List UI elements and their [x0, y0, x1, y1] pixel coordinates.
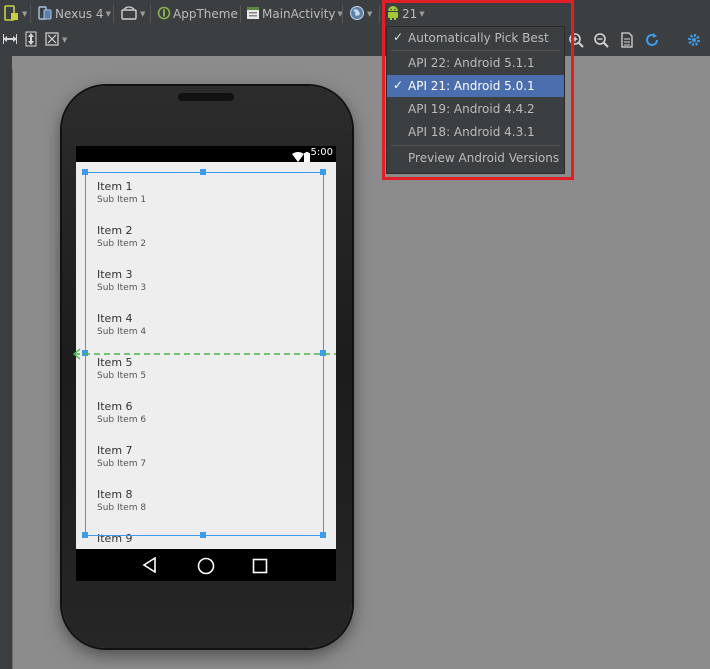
device-icon [37, 5, 53, 24]
list-item-title: Item 9 [97, 532, 133, 545]
list-item-title: Item 4 [97, 312, 133, 325]
resize-handle-top[interactable] [200, 169, 206, 175]
list-item[interactable]: Item 4 Sub Item 4 [97, 305, 317, 349]
canvas-gutter [0, 56, 12, 669]
center-guide-line [72, 348, 336, 360]
list-item[interactable]: Item 8 Sub Item 8 [97, 481, 317, 525]
fit-height-button[interactable] [23, 30, 39, 50]
resize-handle-bottom-left[interactable] [82, 532, 88, 538]
list-item-subtitle: Sub Item 2 [97, 239, 147, 249]
toolbar-divider [379, 5, 380, 23]
canvas-border [12, 70, 13, 669]
toolbar-divider [240, 5, 241, 23]
device-label: Nexus 4 [55, 7, 104, 21]
horizontal-resize-icon [2, 31, 18, 50]
toolbar-secondary: ▼ [0, 28, 710, 54]
toolbar-divider [30, 5, 31, 23]
list-item[interactable]: Item 6 Sub Item 6 [97, 393, 317, 437]
zoom-out-icon [593, 32, 609, 51]
settings-button[interactable] [686, 31, 704, 51]
list-item-title: Item 7 [97, 444, 133, 457]
list-item-subtitle: Sub Item 7 [97, 459, 147, 469]
zoom-out-button[interactable] [593, 31, 609, 51]
refresh-button[interactable] [644, 31, 660, 51]
navigation-bar [76, 549, 336, 581]
locale-selector[interactable]: ▼ [349, 4, 372, 24]
theme-icon [157, 6, 171, 23]
toolbar-main: ▼ Nexus 4▼ ▼ AppTheme MainActivity▼ ▼ [0, 0, 710, 28]
list-item[interactable]: Item 9 [97, 525, 317, 549]
device-selector[interactable]: Nexus 4 ▼ [37, 4, 111, 24]
activity-icon [246, 6, 260, 23]
list-item-title: Item 2 [97, 224, 133, 237]
gear-icon [686, 32, 704, 51]
list-item-title: Item 6 [97, 400, 133, 413]
status-time: 5:00 [310, 147, 333, 158]
list-item-subtitle: Sub Item 8 [97, 503, 147, 513]
resize-handle-top-left[interactable] [82, 169, 88, 175]
list-item[interactable]: Item 7 Sub Item 7 [97, 437, 317, 481]
list-item[interactable]: Item 1 Sub Item 1 [97, 173, 317, 217]
page-icon [620, 31, 634, 51]
globe-icon [349, 5, 365, 24]
list-item-subtitle: Sub Item 3 [97, 283, 147, 293]
recents-icon[interactable] [252, 558, 268, 578]
expand-options-button[interactable]: ▼ [44, 30, 67, 50]
vertical-resize-icon [23, 31, 39, 50]
list-item[interactable]: Item 3 Sub Item 3 [97, 261, 317, 305]
list-item-subtitle: Sub Item 5 [97, 371, 147, 381]
rotate-device-icon [120, 5, 138, 24]
phone-outline-icon [2, 4, 20, 25]
list-item-subtitle: Sub Item 1 [97, 195, 147, 205]
toolbar-divider [150, 5, 151, 23]
activity-label: MainActivity [262, 7, 336, 21]
resize-handle-bottom-right[interactable] [320, 532, 326, 538]
orientation-selector[interactable]: ▼ [120, 4, 145, 24]
list-item-title: Item 1 [97, 180, 133, 193]
resize-handle-bottom[interactable] [200, 532, 206, 538]
back-icon[interactable] [142, 556, 158, 577]
fit-width-button[interactable] [2, 30, 18, 50]
list-item-subtitle: Sub Item 6 [97, 415, 147, 425]
expand-icon [44, 31, 60, 50]
list-item-title: Item 8 [97, 488, 133, 501]
speaker-grille [178, 93, 234, 101]
activity-selector[interactable]: MainActivity ▼ [246, 4, 343, 24]
toolbar-divider [342, 5, 343, 23]
theme-selector[interactable]: AppTheme [157, 4, 238, 24]
list-item[interactable]: Item 2 Sub Item 2 [97, 217, 317, 261]
status-bar: 5:00 [76, 146, 336, 163]
refresh-icon [644, 32, 660, 51]
toolbar-divider [113, 5, 114, 23]
design-surface-button[interactable]: ▼ [2, 4, 27, 24]
home-icon[interactable] [197, 557, 215, 579]
resize-handle-top-right[interactable] [320, 169, 326, 175]
list-item-subtitle: Sub Item 4 [97, 327, 147, 337]
highlight-annotation-box [382, 0, 574, 180]
list-item-title: Item 3 [97, 268, 133, 281]
actual-size-button[interactable] [620, 31, 634, 51]
theme-label: AppTheme [173, 7, 238, 21]
